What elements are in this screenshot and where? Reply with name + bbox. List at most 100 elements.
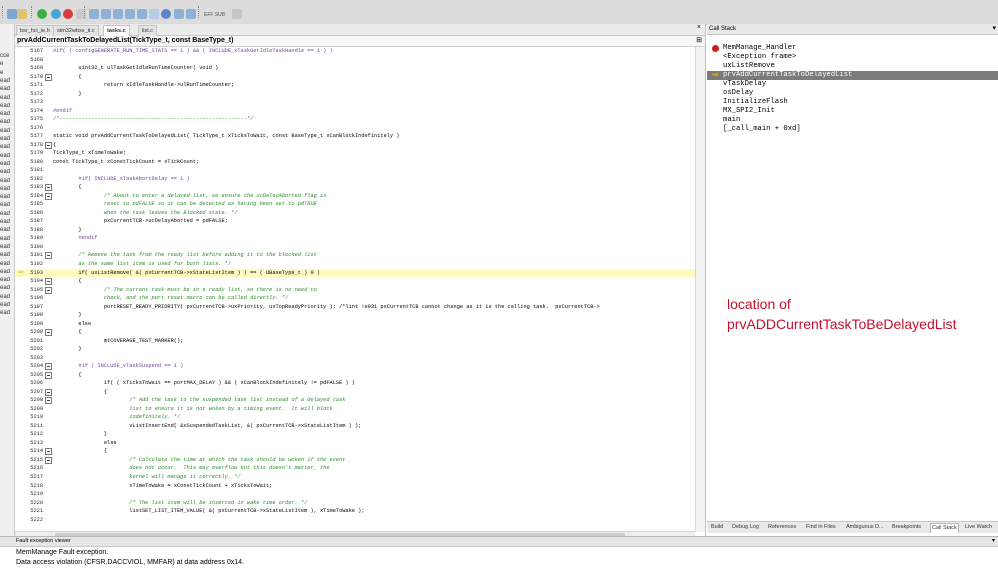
call-stack-frame[interactable]: uxListRemove <box>707 62 998 71</box>
call-stack-frame[interactable]: vTaskDelay <box>707 80 998 89</box>
tab-stm32wbxx-it-c[interactable]: stm32wbxx_it.c <box>53 25 99 36</box>
tab-tasks-c[interactable]: tasks.c <box>103 25 130 36</box>
code-text: #if( INCLUDE_xTaskAbortDelay == 1 ) <box>53 175 190 182</box>
code-text: } <box>53 312 82 319</box>
call-stack-frame[interactable]: main <box>707 116 998 125</box>
call-stack-frame[interactable]: ➡ prvAddCurrentTaskToDelayedList <box>707 71 998 80</box>
reset-icon[interactable] <box>51 9 61 19</box>
toolbar-overflow-icon[interactable] <box>232 9 242 19</box>
left-panel-item: e <box>0 69 4 76</box>
fold-toggle-icon[interactable] <box>45 371 52 379</box>
code-line: 5169 uint32_t ulTaskGetIdleRunTimeCounte… <box>15 64 695 73</box>
code-area[interactable]: 5167 #if( ( configGENERATE_RUN_TIME_STATS… <box>15 47 695 532</box>
fault-exception-viewer: Fault exception viewer ▾ MemManage Fault… <box>0 536 998 568</box>
breakpoint-toggle-icon[interactable] <box>161 9 171 19</box>
editor-tab-bar: bsr_hci_le.h stm32wbxx_it.c tasks.c list… <box>15 24 705 36</box>
left-panel-item: ead <box>0 86 11 93</box>
stop-icon[interactable] <box>63 9 73 19</box>
left-panel-item: ead <box>0 285 11 292</box>
call-stack-frame[interactable]: MemManage_Handler <box>707 44 998 53</box>
undo-icon[interactable] <box>174 9 184 19</box>
code-line: 5213 else <box>15 439 695 448</box>
call-stack-frame[interactable]: <Exception frame> <box>707 53 998 62</box>
left-panel-item: ead <box>0 227 11 234</box>
step-over-icon[interactable] <box>89 9 99 19</box>
step-icon[interactable] <box>149 9 159 19</box>
call-stack-frame[interactable]: InitializeFlash <box>707 98 998 107</box>
step-into-icon[interactable] <box>101 9 111 19</box>
fold-toggle-icon[interactable] <box>45 184 52 192</box>
tab-call-stack[interactable]: Call Stack <box>930 523 959 533</box>
call-stack-frame-label: [_call_main + 0xd] <box>723 125 801 133</box>
fold-toggle-icon[interactable] <box>45 252 52 260</box>
left-panel-item: ead <box>0 169 11 176</box>
code-line: 5180 const TickType_t xConstTickCount = x… <box>15 158 695 167</box>
line-number: 5220 <box>30 499 43 506</box>
code-text: const TickType_t xConstTickCount = xTick… <box>53 158 200 165</box>
fold-toggle-icon[interactable] <box>45 456 52 464</box>
fold-toggle-icon[interactable] <box>45 141 52 149</box>
code-line: 5212 } <box>15 430 695 439</box>
tab-close-icon[interactable]: × <box>697 24 701 31</box>
line-number: 5173 <box>30 99 43 106</box>
line-number: 5222 <box>30 516 43 523</box>
fold-toggle-icon[interactable] <box>45 363 52 371</box>
fold-toggle-icon[interactable] <box>45 397 52 405</box>
zoom-label[interactable]: EFF SUB <box>204 12 225 18</box>
line-number: 5213 <box>30 439 43 446</box>
code-text: portRESET_READY_PRIORITY( pxCurrentTCB->… <box>53 303 600 310</box>
line-number: 5170 <box>30 73 43 80</box>
fold-toggle-icon[interactable] <box>45 286 52 294</box>
function-dropdown-icon[interactable]: ⊞ <box>696 36 702 46</box>
fold-toggle-icon[interactable] <box>45 329 52 337</box>
tab-find-in-files[interactable]: Find in Files <box>805 523 837 532</box>
redo-icon[interactable] <box>186 9 196 19</box>
tab-breakpoints[interactable]: Breakpoints <box>891 523 922 532</box>
fold-toggle-icon[interactable] <box>45 448 52 456</box>
current-frame-arrow-icon: ➡ <box>712 71 719 80</box>
left-panel-item: ead <box>0 293 11 300</box>
line-number: 5185 <box>30 201 43 208</box>
new-file-icon[interactable] <box>7 9 17 19</box>
open-folder-icon[interactable] <box>17 9 27 19</box>
fold-toggle-icon[interactable] <box>45 388 52 396</box>
panel-menu-icon[interactable]: ▾ <box>992 24 996 34</box>
step-out-icon[interactable] <box>113 9 123 19</box>
tab-references[interactable]: References <box>767 523 797 532</box>
tab-list-c[interactable]: list.c <box>138 25 157 36</box>
left-panel-item: ead <box>0 177 11 184</box>
tab-bsr-hci-le-h[interactable]: bsr_hci_le.h <box>16 25 54 36</box>
run-to-cursor-icon[interactable] <box>137 9 147 19</box>
line-number: 5210 <box>30 414 43 421</box>
code-line: 5218 xTimeToWake = xConstTickCount + xTi… <box>15 482 695 491</box>
code-editor: bsr_hci_le.h stm32wbxx_it.c tasks.c list… <box>15 24 706 539</box>
code-text: /* About to enter a delayed list, so ens… <box>53 192 327 199</box>
tab-ambiguous[interactable]: Ambiguous D... <box>845 523 885 532</box>
vertical-scrollbar[interactable] <box>695 47 705 532</box>
tab-build[interactable]: Build <box>710 523 724 532</box>
tab-debug-log[interactable]: Debug Log <box>731 523 760 532</box>
left-panel-item: ead <box>0 235 11 242</box>
code-text: list to ensure it is not woken by a timi… <box>53 405 333 412</box>
code-line: 5203 <box>15 354 695 363</box>
call-stack-frame[interactable]: osDelay <box>707 89 998 98</box>
code-text: /* Add the task to the suspended task li… <box>53 397 346 404</box>
code-text: { <box>53 329 82 336</box>
fold-toggle-icon[interactable] <box>45 278 52 286</box>
fold-toggle-icon[interactable] <box>45 192 52 200</box>
code-line: 5207 { <box>15 388 695 397</box>
go-icon[interactable] <box>37 9 47 19</box>
tab-live-watch[interactable]: Live Watch <box>964 523 993 532</box>
toolbar-grip <box>198 6 201 18</box>
call-stack-frame[interactable]: MX_SPI2_Init <box>707 107 998 116</box>
left-panel-item: ead <box>0 185 11 192</box>
panel-menu-icon[interactable]: ▾ <box>992 537 995 546</box>
next-statement-icon[interactable] <box>125 9 135 19</box>
call-stack-frame[interactable]: [_call_main + 0xd] <box>707 125 998 134</box>
fold-toggle-icon[interactable] <box>45 73 52 81</box>
code-text: } <box>53 346 82 353</box>
code-line: 5170 { <box>15 73 695 82</box>
toolbar: EFF SUB <box>0 0 998 25</box>
function-navigation-bar[interactable]: prvAddCurrentTaskToDelayedList(TickType_… <box>15 36 705 47</box>
code-text: /*--------------------------------------… <box>53 116 254 123</box>
